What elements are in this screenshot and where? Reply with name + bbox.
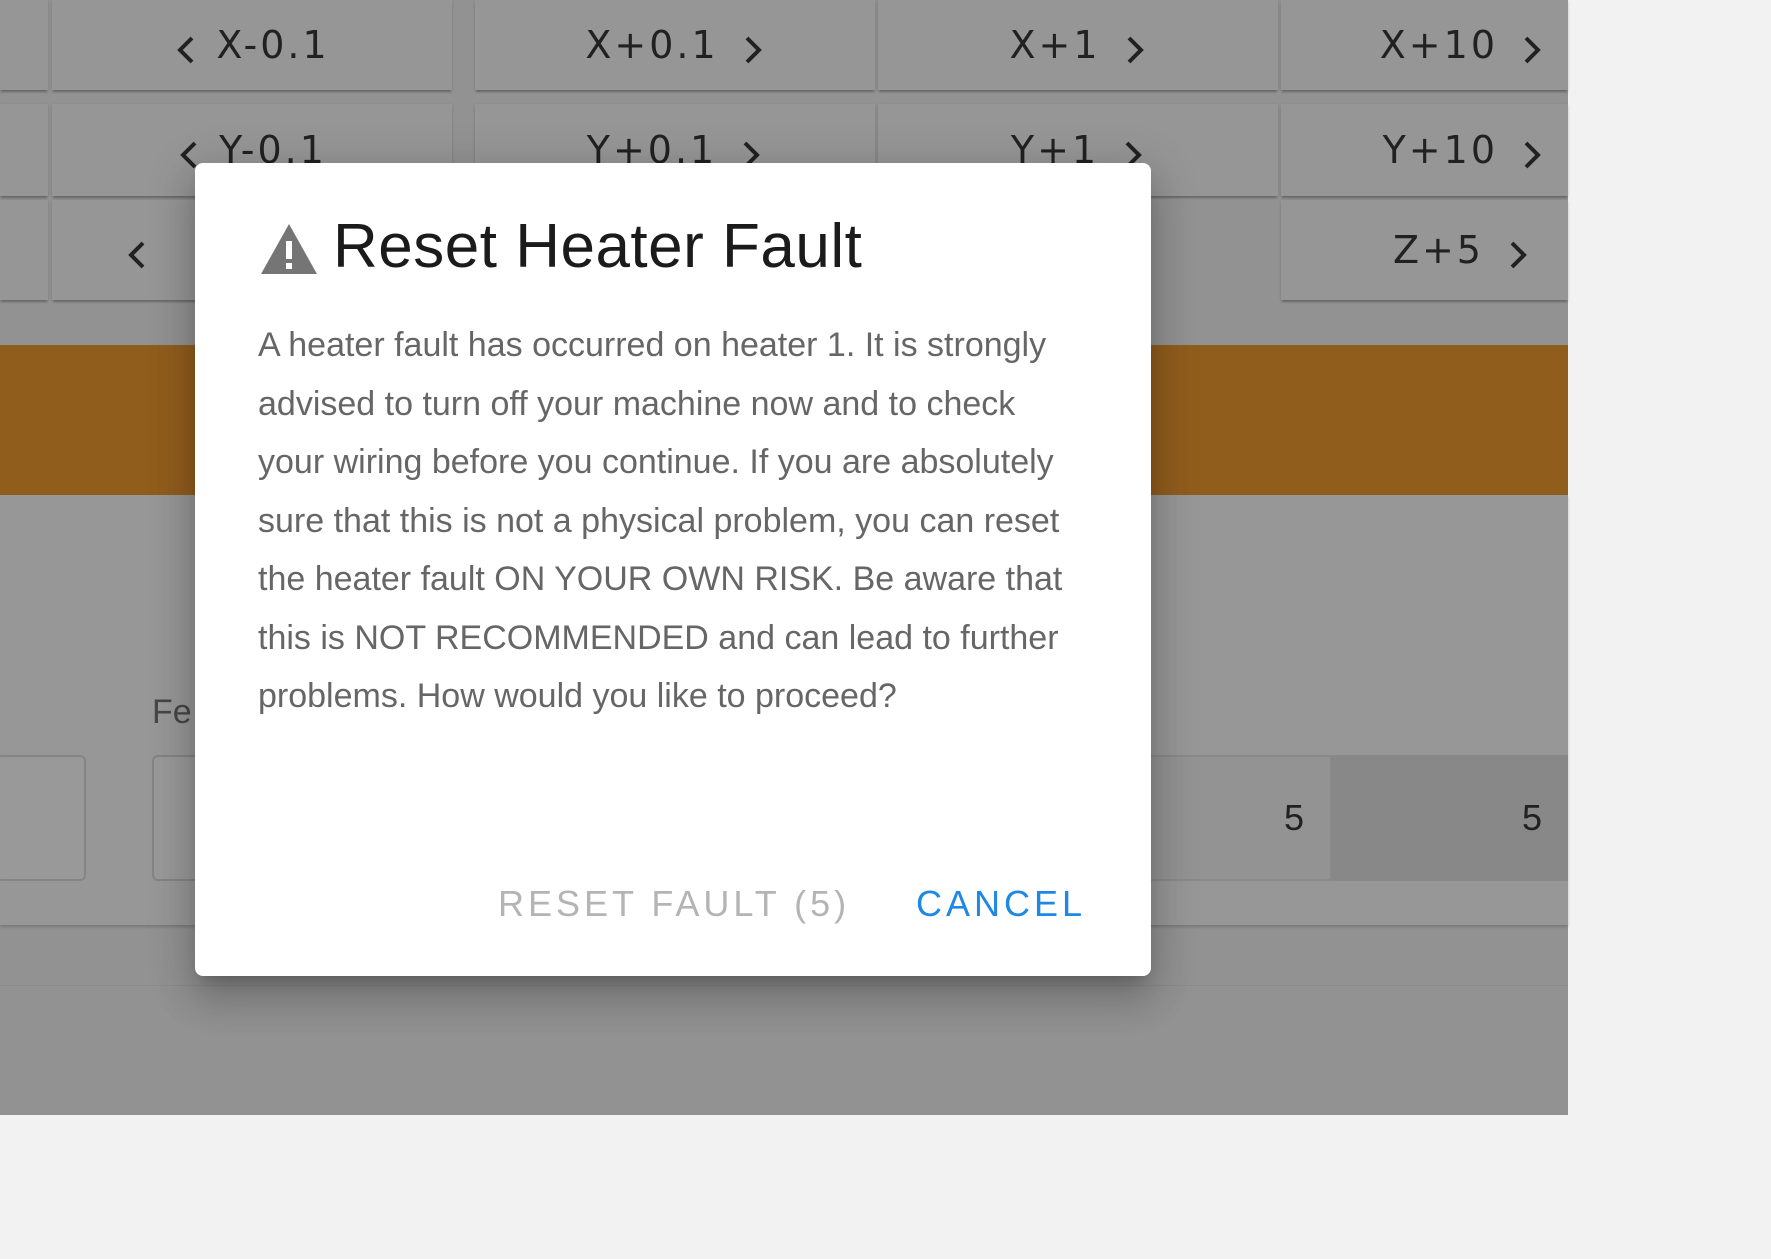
dialog-message: A heater fault has occurred on heater 1.… — [258, 326, 1063, 715]
dialog-title-text: Reset Heater Fault — [333, 212, 863, 281]
reset-fault-button[interactable]: RESET FAULT (5) — [498, 883, 850, 925]
dialog-title: Reset Heater Fault — [259, 211, 862, 282]
reset-heater-fault-dialog: Reset Heater Fault A heater fault has oc… — [195, 163, 1151, 976]
warning-icon — [259, 222, 319, 278]
cancel-button[interactable]: CANCEL — [916, 883, 1086, 925]
dialog-actions: RESET FAULT (5) CANCEL — [195, 873, 1151, 943]
